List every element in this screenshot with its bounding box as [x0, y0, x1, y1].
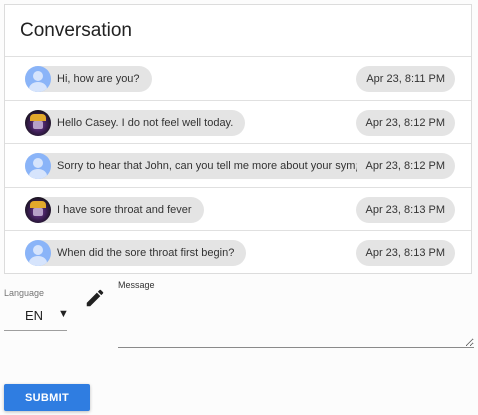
message-timestamp: Apr 23, 8:13 PM: [355, 240, 455, 267]
language-value: EN: [25, 308, 44, 323]
message-timestamp: Apr 23, 8:12 PM: [355, 109, 455, 136]
message-chip: Hello Casey. I do not feel well today.: [25, 109, 246, 136]
message-text: Sorry to hear that John, can you tell me…: [57, 160, 392, 173]
language-label: Language: [4, 288, 45, 298]
message-text: Hello Casey. I do not feel well today.: [57, 116, 234, 129]
user-photo-avatar: [25, 109, 51, 136]
language-select[interactable]: EN ▼: [4, 303, 69, 331]
message-row: I have sore throat and fever Apr 23, 8:1…: [5, 188, 471, 232]
message-row: When did the sore throat first begin? Ap…: [5, 231, 471, 275]
default-user-icon: [25, 153, 51, 180]
message-chip: Hi, how are you?: [25, 66, 152, 92]
message-row: Sorry to hear that John, can you tell me…: [5, 144, 471, 188]
message-input[interactable]: [118, 292, 474, 348]
message-timestamp: Apr 23, 8:11 PM: [356, 66, 455, 92]
conversation-card: Conversation Hi, how are you? Apr 23, 8:…: [4, 4, 472, 274]
pencil-icon[interactable]: [84, 287, 106, 309]
submit-button[interactable]: SUBMIT: [4, 384, 90, 411]
message-chip: Sorry to hear that John, can you tell me…: [25, 153, 404, 180]
message-text: I have sore throat and fever: [57, 203, 192, 216]
message-text: Hi, how are you?: [57, 73, 140, 85]
dropdown-arrow-icon: ▼: [58, 308, 69, 320]
default-user-icon: [25, 240, 51, 267]
message-label: Message: [118, 280, 155, 290]
message-row: Hello Casey. I do not feel well today. A…: [5, 101, 471, 145]
message-text: When did the sore throat first begin?: [57, 247, 235, 260]
message-timestamp: Apr 23, 8:13 PM: [355, 196, 455, 223]
message-chip: I have sore throat and fever: [25, 196, 204, 223]
message-chip: When did the sore throat first begin?: [25, 240, 247, 267]
message-row: Hi, how are you? Apr 23, 8:11 PM: [5, 57, 471, 101]
message-timestamp: Apr 23, 8:12 PM: [355, 153, 455, 180]
user-photo-avatar: [25, 196, 51, 223]
conversation-title: Conversation: [5, 5, 471, 57]
default-user-icon: [25, 66, 51, 92]
